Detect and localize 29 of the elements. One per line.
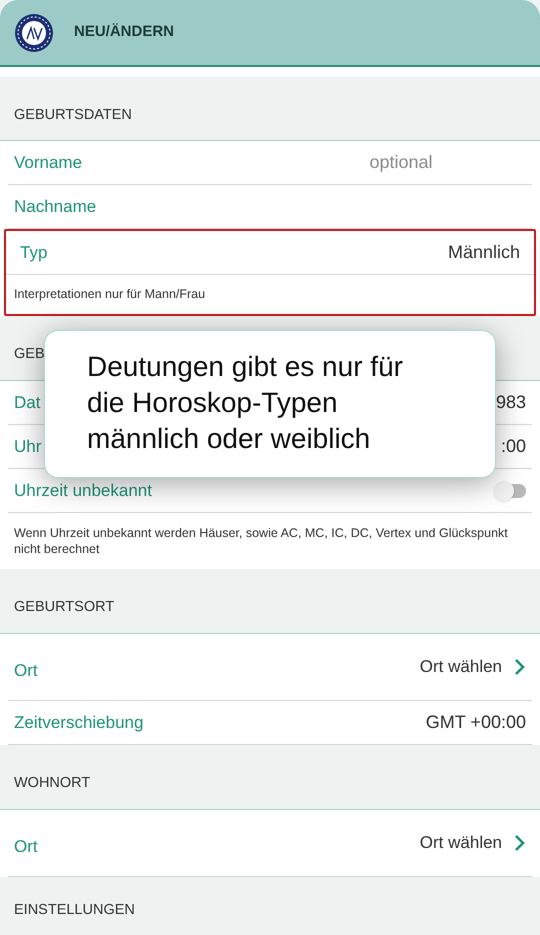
- logo-icon: [14, 12, 54, 52]
- chevron-right-icon: [514, 658, 526, 676]
- section-header: GEBURTSDATEN: [14, 106, 132, 125]
- field-label: Nachname: [14, 196, 96, 218]
- field-value: GMT +00:00: [426, 711, 526, 734]
- choose-place-button[interactable]: Ort wählen: [420, 830, 526, 856]
- chevron-right-icon: [514, 834, 526, 852]
- field-label: Dat: [14, 392, 40, 414]
- section-header: GEB: [14, 345, 45, 364]
- choose-place-button[interactable]: Ort wählen: [420, 654, 526, 680]
- field-label: Ort: [14, 660, 38, 682]
- field-label: Vorname: [14, 152, 82, 174]
- section-header: GEBURTSORT: [14, 598, 114, 618]
- hint-text: Wenn Uhrzeit unbekannt werden Häuser, sowie AC, MC, IC, DC, Vertex und Glückspunkt nicht berechnet: [14, 525, 509, 557]
- toggle-switch[interactable]: [496, 484, 526, 498]
- tooltip-text: Deutungen gibt es nur für die Horoskop-Typen männlich oder weiblich: [87, 350, 404, 456]
- field-label: Ort: [14, 836, 38, 858]
- field-value: Männlich: [448, 241, 520, 264]
- section-header: WOHNORT: [14, 774, 90, 794]
- field-label: Uhr: [14, 436, 42, 458]
- section-header: EINSTELLUNGEN: [14, 901, 135, 920]
- field-label: Typ: [20, 242, 48, 264]
- field-value: 983: [496, 391, 526, 414]
- hint-text: Interpretationen nur für Mann/Frau: [14, 286, 206, 304]
- field-label: Uhrzeit unbekannt: [14, 480, 152, 502]
- text-field[interactable]: optional: [276, 149, 526, 176]
- screen-title: NEU/ÄNDERN: [74, 22, 174, 42]
- field-label: Zeitverschiebung: [14, 712, 144, 734]
- field-value: :00: [500, 435, 526, 458]
